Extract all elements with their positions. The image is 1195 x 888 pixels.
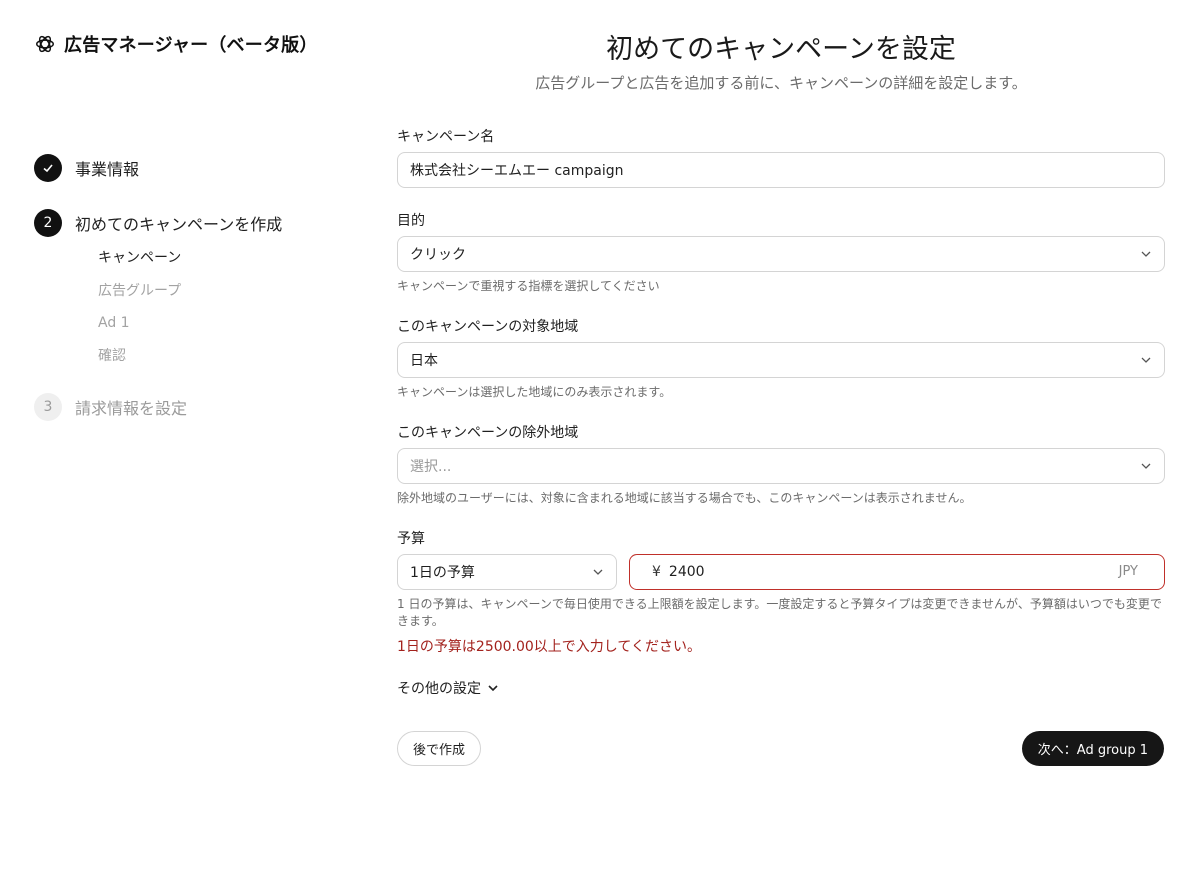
goal-select[interactable]: クリック bbox=[397, 236, 1165, 272]
step-label: 事業情報 bbox=[75, 160, 140, 179]
substep-review[interactable]: 確認 bbox=[98, 345, 181, 378]
campaign-name-field: キャンペーン名 株式会社シーエムエー campaign bbox=[397, 128, 1165, 188]
next-button[interactable]: 次へ：Ad group 1 bbox=[1021, 731, 1164, 766]
exclude-region-field: このキャンペーンの除外地域 選択... 除外地域のユーザーには、対象に含まれる地… bbox=[397, 424, 1165, 507]
more-settings-label: その他の設定 bbox=[397, 681, 481, 697]
chevron-down-icon bbox=[593, 569, 603, 575]
select-value: 1日の予算 bbox=[410, 565, 475, 581]
brand: 広告マネージャー（ベータ版） bbox=[34, 31, 318, 57]
field-label: キャンペーン名 bbox=[397, 129, 495, 145]
budget-amount-input[interactable]: ¥ 2400 JPY bbox=[629, 554, 1165, 590]
substep-ad[interactable]: Ad 1 bbox=[98, 312, 181, 345]
field-label: このキャンペーンの対象地域 bbox=[397, 319, 579, 335]
help-text: 除外地域のユーザーには、対象に含まれる地域に該当する場合でも、このキャンペーンは… bbox=[397, 491, 972, 505]
help-text: キャンペーンは選択した地域にのみ表示されます。 bbox=[397, 385, 672, 399]
help-text: 1 日の予算は、キャンペーンで毎日使用できる上限額を設定します。一度設定すると予… bbox=[397, 597, 1162, 628]
field-label: このキャンペーンの除外地域 bbox=[397, 425, 579, 441]
budget-type-select[interactable]: 1日の予算 bbox=[397, 554, 617, 590]
field-label: 予算 bbox=[397, 531, 425, 547]
step-number: 2 bbox=[34, 209, 62, 237]
currency-code: JPY bbox=[1118, 564, 1138, 579]
budget-field: 予算 1日の予算 ¥ 2400 JPY 1 日の予算は、キャンペーンで毎日使用で… bbox=[397, 530, 1165, 656]
substep-ad-group[interactable]: 広告グループ bbox=[98, 280, 181, 313]
page-title: 初めてのキャンペーンを設定 bbox=[606, 34, 956, 65]
region-field: このキャンペーンの対象地域 日本 キャンペーンは選択した地域にのみ表示されます。 bbox=[397, 318, 1165, 401]
select-value: クリック bbox=[410, 247, 466, 263]
step-label: 請求情報を設定 bbox=[75, 399, 188, 418]
step-create-campaign[interactable]: 2 初めてのキャンペーンを作成 bbox=[34, 208, 282, 238]
budget-error: 1日の予算は2500.00以上で入力してください。 bbox=[397, 639, 701, 655]
campaign-name-input[interactable]: 株式会社シーエムエー campaign bbox=[397, 152, 1165, 188]
openai-logo-icon bbox=[36, 35, 54, 53]
help-text: キャンペーンで重視する指標を選択してください bbox=[397, 279, 660, 293]
field-label: 目的 bbox=[397, 213, 425, 229]
substeps: キャンペーン 広告グループ Ad 1 確認 bbox=[98, 247, 181, 377]
goal-field: 目的 クリック キャンペーンで重視する指標を選択してください bbox=[397, 212, 1165, 295]
exclude-region-select[interactable]: 選択... bbox=[397, 448, 1165, 484]
step-business-info[interactable]: 事業情報 bbox=[34, 153, 139, 183]
substep-campaign[interactable]: キャンペーン bbox=[98, 247, 181, 280]
input-value: 株式会社シーエムエー campaign bbox=[410, 163, 624, 179]
create-later-button[interactable]: 後で作成 bbox=[397, 731, 482, 766]
step-billing[interactable]: 3 請求情報を設定 bbox=[34, 392, 187, 422]
input-value: 2400 bbox=[668, 564, 705, 580]
page-subtitle: 広告グループと広告を追加する前に、キャンペーンの詳細を設定します。 bbox=[535, 74, 1027, 92]
chevron-down-icon bbox=[488, 685, 498, 692]
select-placeholder: 選択... bbox=[410, 459, 452, 475]
brand-title: 広告マネージャー（ベータ版） bbox=[64, 35, 318, 56]
more-settings-toggle[interactable]: その他の設定 bbox=[397, 678, 499, 698]
select-value: 日本 bbox=[410, 353, 438, 369]
currency-symbol: ¥ bbox=[652, 564, 661, 580]
check-icon bbox=[34, 154, 62, 182]
chevron-down-icon bbox=[1141, 357, 1151, 363]
region-select[interactable]: 日本 bbox=[397, 342, 1165, 378]
chevron-down-icon bbox=[1141, 251, 1151, 257]
step-label: 初めてのキャンペーンを作成 bbox=[75, 215, 283, 234]
chevron-down-icon bbox=[1141, 463, 1151, 469]
step-number: 3 bbox=[34, 393, 62, 421]
budget-row: 1日の予算 ¥ 2400 JPY bbox=[397, 554, 1165, 590]
